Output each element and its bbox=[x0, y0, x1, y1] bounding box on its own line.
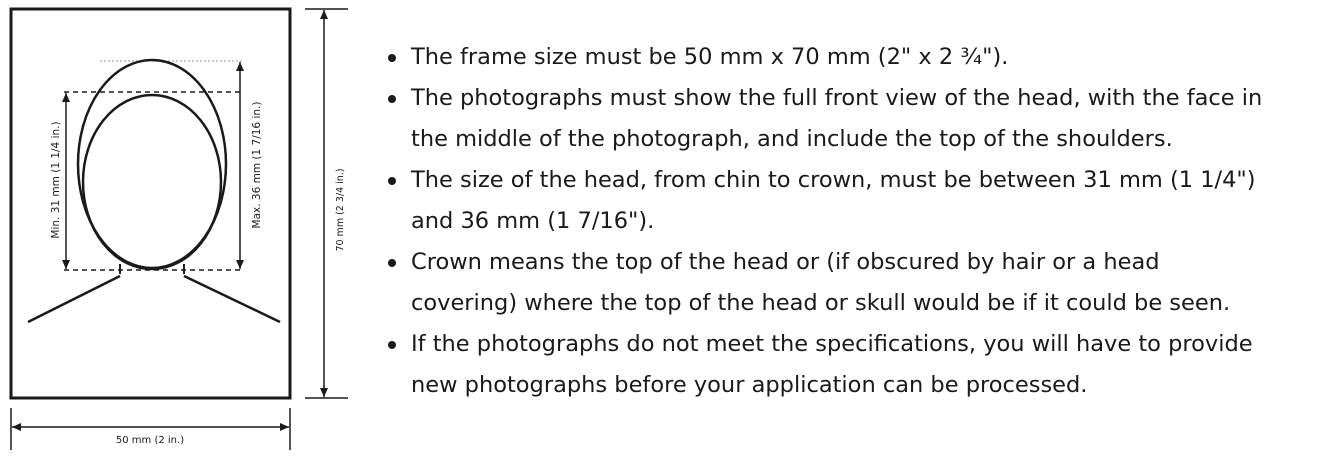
width-dimension-label: 50 mm (2 in.) bbox=[116, 435, 184, 446]
requirement-item: The size of the head, from chin to crown… bbox=[382, 160, 1327, 201]
requirement-text: covering) where the top of the head or s… bbox=[411, 290, 1231, 316]
passport-photo-diagram: Min. 31 mm (1 1/4 in.) Max. 36 mm (1 7/1… bbox=[9, 7, 348, 450]
requirement-text: and 36 mm (1 7/16"). bbox=[411, 208, 655, 234]
requirement-item: The photographs must show the full front… bbox=[382, 78, 1327, 119]
bullet-icon bbox=[388, 177, 396, 185]
requirement-text: the middle of the photograph, and includ… bbox=[411, 126, 1173, 152]
requirement-item-continuation: covering) where the top of the head or s… bbox=[382, 283, 1327, 324]
bullet-icon bbox=[388, 54, 396, 62]
head-outline-large bbox=[76, 58, 228, 270]
requirement-item: Crown means the top of the head or (if o… bbox=[382, 242, 1327, 283]
height-dimension-label: 70 mm (2 3/4 in.) bbox=[335, 168, 346, 251]
max-head-label: Max. 36 mm (1 7/16 in.) bbox=[251, 102, 263, 229]
requirement-text: The frame size must be 50 mm x 70 mm (2"… bbox=[411, 44, 1009, 70]
head-outline-small bbox=[81, 93, 223, 271]
requirement-text: new photographs before your application … bbox=[411, 372, 1088, 398]
requirement-text: The photographs must show the full front… bbox=[411, 85, 1263, 111]
requirement-item-continuation: the middle of the photograph, and includ… bbox=[382, 119, 1327, 160]
requirement-text: If the photographs do not meet the speci… bbox=[411, 331, 1253, 357]
requirement-item: The frame size must be 50 mm x 70 mm (2"… bbox=[382, 37, 1327, 78]
shoulder-line-left bbox=[27, 274, 121, 324]
requirement-text: The size of the head, from chin to crown… bbox=[411, 167, 1256, 193]
bullet-icon bbox=[388, 341, 396, 349]
requirement-item-continuation: new photographs before your application … bbox=[382, 365, 1327, 406]
requirement-item-continuation: and 36 mm (1 7/16"). bbox=[382, 201, 1327, 242]
bullet-icon bbox=[388, 259, 396, 267]
requirements-list: The frame size must be 50 mm x 70 mm (2"… bbox=[382, 37, 1327, 406]
shoulder-line-right bbox=[183, 274, 281, 324]
min-head-label: Min. 31 mm (1 1/4 in.) bbox=[50, 121, 62, 238]
requirement-item: If the photographs do not meet the speci… bbox=[382, 324, 1327, 365]
requirement-text: Crown means the top of the head or (if o… bbox=[411, 249, 1160, 275]
bullet-icon bbox=[388, 95, 396, 103]
